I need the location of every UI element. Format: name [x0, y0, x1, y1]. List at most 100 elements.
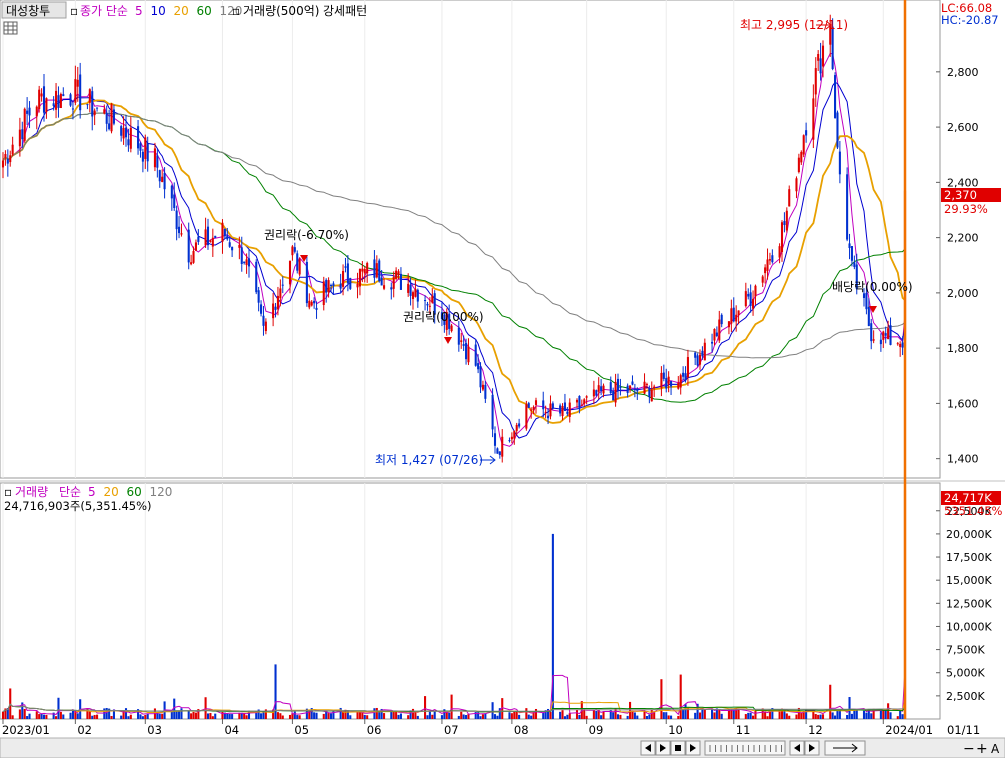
volume-bar [568, 713, 571, 719]
candle [226, 235, 229, 240]
ma-legend-20[interactable]: 20 [174, 4, 189, 18]
candle [122, 127, 125, 139]
candle [175, 210, 178, 230]
volume-ma-legend-120[interactable]: 120 [150, 485, 173, 499]
volume-bar [392, 711, 395, 719]
scroll-slider[interactable] [704, 740, 786, 756]
date-tick-label: 06 [367, 723, 382, 737]
candle [696, 355, 699, 366]
volume-bar [460, 711, 463, 719]
volume-pane [0, 482, 941, 720]
volume-bar [366, 715, 369, 719]
volume-unit-label[interactable]: 거래량(500억) [243, 4, 319, 18]
volume-bar [817, 714, 820, 719]
ma-legend-10[interactable]: 10 [151, 4, 166, 18]
stop-icon [675, 745, 681, 751]
candle [561, 406, 564, 417]
volume-legend-label[interactable]: 거래량 [15, 485, 48, 499]
candle [361, 268, 364, 272]
candle [778, 246, 781, 258]
volume-bar [23, 708, 26, 719]
candle [264, 321, 267, 332]
volume-bar [158, 713, 161, 719]
candle [332, 283, 335, 287]
candle [76, 79, 79, 87]
candle [821, 45, 825, 67]
volume-bar [677, 715, 680, 719]
candle [103, 109, 106, 114]
current-change: 29.93% [944, 202, 988, 216]
volume-bar [650, 709, 653, 719]
volume-bar [146, 713, 149, 719]
volume-bar [785, 713, 788, 719]
volume-bar [788, 715, 791, 719]
candle [802, 135, 805, 155]
volume-bar [40, 713, 43, 719]
volume-ma-legend-20[interactable]: 20 [104, 485, 119, 499]
volume-bar [831, 712, 834, 719]
candle [532, 406, 535, 411]
current-volume-change: 5351.45% [944, 504, 1003, 518]
candle [865, 292, 868, 310]
volume-bar [457, 715, 460, 719]
volume-bar [129, 714, 132, 719]
candle [344, 266, 347, 268]
ma-legend-label[interactable]: 종가 단순 [80, 4, 128, 18]
candle [817, 54, 820, 61]
date-tick-label: 05 [294, 723, 309, 737]
candle [214, 235, 217, 238]
volume-bar [373, 708, 376, 719]
volume-bar [363, 714, 366, 719]
volume-bar [665, 712, 668, 719]
volume-bar [358, 711, 361, 719]
candle [274, 306, 277, 310]
volume-ma-legend-60[interactable]: 60 [127, 485, 142, 499]
candle [698, 354, 702, 365]
candle [713, 328, 716, 341]
candle [416, 289, 419, 302]
candle [428, 305, 431, 307]
volume-bar [563, 716, 566, 719]
volume-bar [431, 714, 434, 719]
volume-bar [694, 712, 697, 719]
volume-bar [59, 711, 62, 719]
ma-legend-5[interactable]: 5 [135, 4, 143, 18]
candle [245, 259, 248, 266]
candle [684, 373, 687, 381]
price-y-axis: 1,4001,6001,8002,0002,2002,4002,6002,800 [936, 66, 979, 466]
volume-bar [698, 712, 702, 719]
volume-ma-label[interactable]: 단순 [59, 485, 81, 499]
candle [158, 170, 161, 182]
volume-bar [276, 712, 279, 719]
reset-button[interactable]: A [991, 742, 1000, 756]
candle [409, 284, 412, 296]
volume-bar [527, 714, 530, 719]
candle [187, 229, 190, 263]
candle [534, 400, 538, 405]
candle [882, 331, 885, 340]
volume-bar [800, 712, 803, 719]
zoom-out-button[interactable]: − [963, 741, 975, 757]
candle [163, 172, 166, 190]
candle [899, 343, 902, 348]
volume-bar [96, 714, 99, 719]
date-tick-label: 2023/01 [2, 723, 50, 737]
pattern-label[interactable]: 강세패턴 [323, 4, 367, 18]
candle [86, 104, 89, 106]
candle [614, 381, 617, 403]
candle [339, 283, 342, 289]
ma-legend-60[interactable]: 60 [197, 4, 212, 18]
candle [291, 246, 294, 256]
candle [255, 261, 258, 293]
volume-bar [110, 716, 113, 719]
volume-bar [45, 714, 48, 719]
candle [281, 284, 284, 286]
candle [805, 130, 808, 136]
candle [609, 382, 612, 394]
zoom-in-button[interactable]: + [976, 741, 988, 757]
volume-bar [279, 713, 282, 719]
grid-table-icon[interactable] [3, 21, 18, 35]
candle [527, 403, 530, 408]
volume-bar [11, 715, 14, 719]
volume-ma-legend-5[interactable]: 5 [88, 485, 96, 499]
